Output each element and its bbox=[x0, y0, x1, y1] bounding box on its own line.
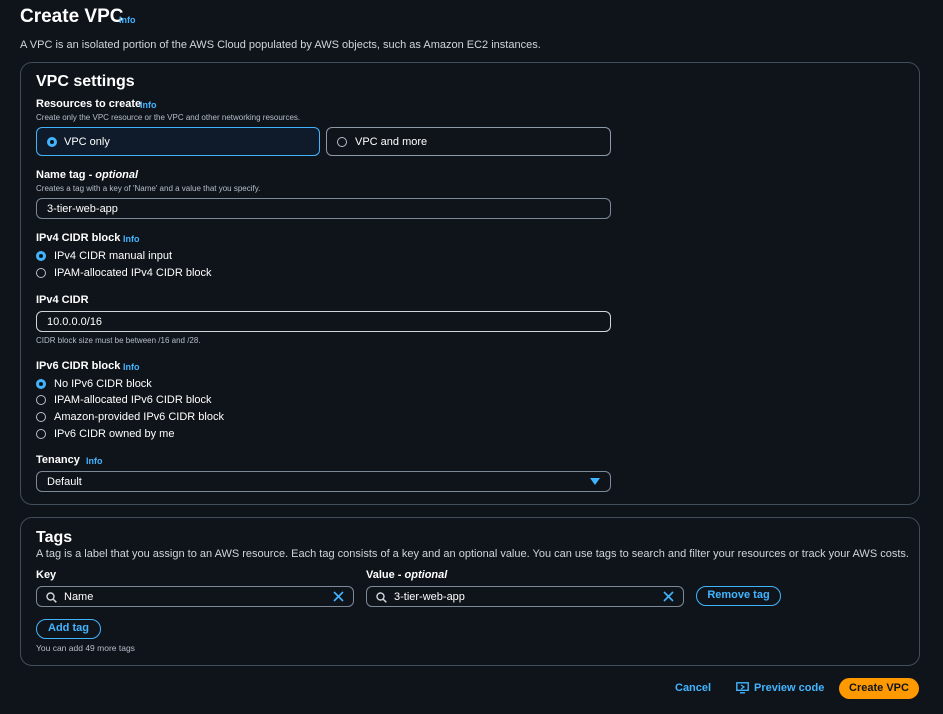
tenancy-label: Tenancy bbox=[36, 454, 80, 466]
ipv6-byo-label: IPv6 CIDR owned by me bbox=[54, 428, 175, 440]
search-icon bbox=[46, 592, 57, 603]
vpc-settings-title: VPC settings bbox=[36, 73, 135, 90]
vpc-only-tile[interactable]: VPC only bbox=[36, 127, 320, 156]
add-tag-button[interactable]: Add tag bbox=[36, 619, 101, 639]
ipv4-block-label: IPv4 CIDR block bbox=[36, 232, 121, 244]
create-vpc-button[interactable]: Create VPC bbox=[839, 678, 919, 699]
ipv6-ipam-radio[interactable] bbox=[36, 395, 46, 405]
tag-value-input[interactable]: 3-tier-web-app bbox=[366, 586, 684, 607]
caret-down-icon bbox=[590, 478, 600, 485]
ipv4-ipam-label: IPAM-allocated IPv4 CIDR block bbox=[54, 267, 212, 279]
clear-icon[interactable] bbox=[333, 591, 344, 602]
ipv4-cidr-hint: CIDR block size must be between /16 and … bbox=[36, 336, 201, 345]
vpc-and-more-radio[interactable] bbox=[337, 137, 347, 147]
tags-description: A tag is a label that you assign to an A… bbox=[36, 548, 909, 560]
ipv4-manual-label: IPv4 CIDR manual input bbox=[54, 250, 172, 262]
page-title: Create VPC bbox=[20, 6, 124, 27]
ipv4-ipam-radio[interactable] bbox=[36, 268, 46, 278]
tag-key-input[interactable]: Name bbox=[36, 586, 354, 607]
resources-info-link[interactable]: Info bbox=[140, 100, 157, 110]
resources-hint: Create only the VPC resource or the VPC … bbox=[36, 113, 301, 122]
resources-label: Resources to create bbox=[36, 98, 142, 110]
preview-code-button[interactable]: Preview code bbox=[736, 682, 824, 694]
name-tag-hint: Creates a tag with a key of 'Name' and a… bbox=[36, 184, 261, 193]
name-tag-optional: optional bbox=[95, 169, 139, 181]
ipv4-cidr-input[interactable]: 10.0.0.0/16 bbox=[36, 311, 611, 332]
preview-code-label: Preview code bbox=[754, 682, 825, 694]
tag-value-optional: optional bbox=[404, 569, 448, 581]
tags-remaining-hint: You can add 49 more tags bbox=[36, 643, 135, 653]
tenancy-info-link[interactable]: Info bbox=[86, 456, 103, 466]
tenancy-value: Default bbox=[47, 476, 82, 488]
preview-code-icon bbox=[736, 682, 749, 694]
vpc-and-more-tile[interactable]: VPC and more bbox=[326, 127, 611, 156]
cancel-button[interactable]: Cancel bbox=[675, 682, 711, 694]
ipv6-none-label: No IPv6 CIDR block bbox=[54, 378, 152, 390]
search-icon bbox=[376, 592, 387, 603]
ipv4-manual-radio[interactable] bbox=[36, 251, 46, 261]
page-description: A VPC is an isolated portion of the AWS … bbox=[20, 39, 541, 51]
ipv4-cidr-label: IPv4 CIDR bbox=[36, 294, 89, 306]
remove-tag-button[interactable]: Remove tag bbox=[696, 586, 781, 606]
ipv6-none-radio[interactable] bbox=[36, 379, 46, 389]
tenancy-select[interactable]: Default bbox=[36, 471, 611, 492]
name-tag-input[interactable]: 3-tier-web-app bbox=[36, 198, 611, 219]
ipv6-block-label: IPv6 CIDR block bbox=[36, 360, 121, 372]
tags-title: Tags bbox=[36, 529, 73, 546]
tag-key-value: Name bbox=[64, 591, 94, 603]
tag-value-label: Value - optional bbox=[366, 569, 447, 581]
vpc-and-more-label: VPC and more bbox=[355, 136, 428, 148]
ipv6-amazon-label: Amazon-provided IPv6 CIDR block bbox=[54, 411, 224, 423]
tag-value-value: 3-tier-web-app bbox=[394, 591, 465, 603]
name-tag-label: Name tag - optional bbox=[36, 169, 138, 181]
clear-icon[interactable] bbox=[663, 591, 674, 602]
tag-key-label: Key bbox=[36, 569, 57, 581]
name-tag-value: 3-tier-web-app bbox=[47, 203, 118, 215]
ipv6-amazon-radio[interactable] bbox=[36, 412, 46, 422]
ipv4-cidr-value: 10.0.0.0/16 bbox=[47, 316, 103, 328]
ipv4-block-info-link[interactable]: Info bbox=[123, 234, 140, 244]
page-info-link[interactable]: Info bbox=[119, 15, 136, 25]
ipv6-block-info-link[interactable]: Info bbox=[123, 362, 140, 372]
ipv6-ipam-label: IPAM-allocated IPv6 CIDR block bbox=[54, 394, 212, 406]
name-tag-label-text: Name tag - bbox=[36, 169, 96, 181]
ipv6-byo-radio[interactable] bbox=[36, 429, 46, 439]
vpc-only-radio[interactable] bbox=[47, 137, 57, 147]
tag-value-label-text: Value - bbox=[366, 569, 405, 581]
vpc-only-label: VPC only bbox=[64, 136, 110, 148]
